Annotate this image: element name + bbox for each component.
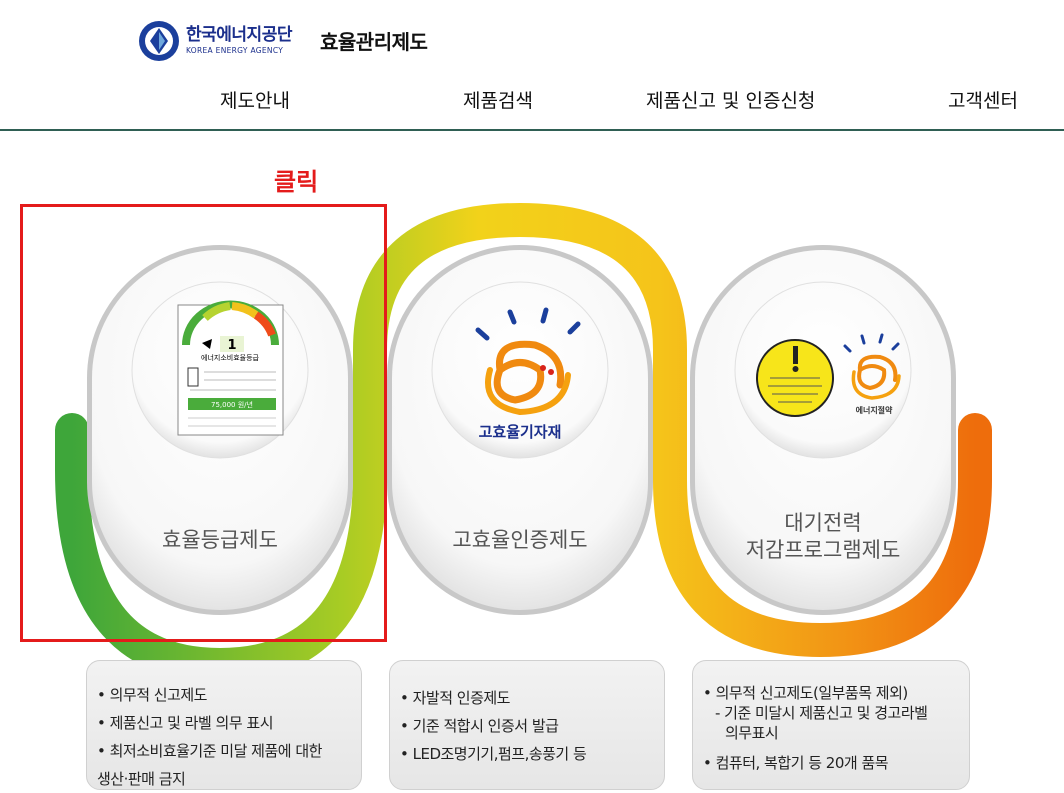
info-bullet: 생산·판매 금지 [97, 770, 186, 788]
info-bullet: • 컴퓨터, 복합기 등 20개 품목 [703, 754, 889, 772]
info-box-standby-power: • 의무적 신고제도(일부품목 제외) - 기준 미달시 제품신고 및 경고라벨… [692, 660, 970, 790]
header-divider [0, 129, 1064, 131]
site-title[interactable]: 효율관리제도 [320, 26, 428, 55]
info-bullet: • 최저소비효율기준 미달 제품에 대한 [97, 742, 322, 760]
info-box-efficiency-grade: • 의무적 신고제도 • 제품신고 및 라벨 의무 표시 • 최저소비효율기준 … [86, 660, 362, 790]
high-efficiency-logo-icon: 고효율기자재 [475, 307, 581, 441]
program-label-standby-line1: 대기전력 [784, 511, 862, 535]
main-nav: 제도안내 제품검색 제품신고 및 인증신청 고객센터 [0, 86, 1064, 116]
program-label-standby-power[interactable]: 대기전력 저감프로그램제도 [693, 510, 953, 565]
info-sub-bullet: 의무표시 [725, 724, 779, 742]
nav-item-customer-center[interactable]: 고객센터 [948, 86, 1018, 113]
info-bullet: • LED조명기기,펌프,송풍기 등 [400, 745, 587, 763]
nav-item-report-certification[interactable]: 제품신고 및 인증신청 [646, 86, 815, 113]
high-efficiency-logo-text: 고효율기자재 [479, 423, 562, 441]
info-bullet: • 제품신고 및 라벨 의무 표시 [97, 714, 274, 732]
info-bullet: • 자발적 인증제도 [400, 689, 511, 707]
agency-name-kr: 한국에너지공단 [186, 25, 292, 46]
info-bullet: • 의무적 신고제도 [97, 686, 208, 704]
program-label-standby-line2: 저감프로그램제도 [745, 538, 901, 563]
standby-power-icon [756, 339, 834, 417]
nav-item-product-search[interactable]: 제품검색 [463, 86, 533, 113]
agency-logo-icon [139, 21, 179, 61]
info-bullet: • 기준 적합시 인증서 발급 [400, 717, 559, 735]
click-highlight-box[interactable] [20, 204, 387, 642]
energy-saving-logo-text: 에너지절약 [856, 405, 893, 415]
info-bullet: • 의무적 신고제도(일부품목 제외) [703, 684, 908, 702]
click-annotation-label: 클릭 [274, 168, 319, 196]
site-header: 한국에너지공단 KOREA ENERGY AGENCY 효율관리제도 제도안내 … [0, 0, 1064, 132]
agency-name-en: KOREA ENERGY AGENCY [186, 46, 284, 56]
info-box-high-efficiency: • 자발적 인증제도 • 기준 적합시 인증서 발급 • LED조명기기,펌프,… [389, 660, 665, 790]
info-sub-bullet: - 기준 미달시 제품신고 및 경고라벨 [715, 704, 928, 722]
agency-logo[interactable]: 한국에너지공단 KOREA ENERGY AGENCY [138, 20, 292, 62]
program-label-high-efficiency[interactable]: 고효율인증제도 [390, 527, 650, 554]
nav-item-guide[interactable]: 제도안내 [220, 86, 290, 113]
energy-saving-logo-icon: 에너지절약 [843, 333, 901, 415]
